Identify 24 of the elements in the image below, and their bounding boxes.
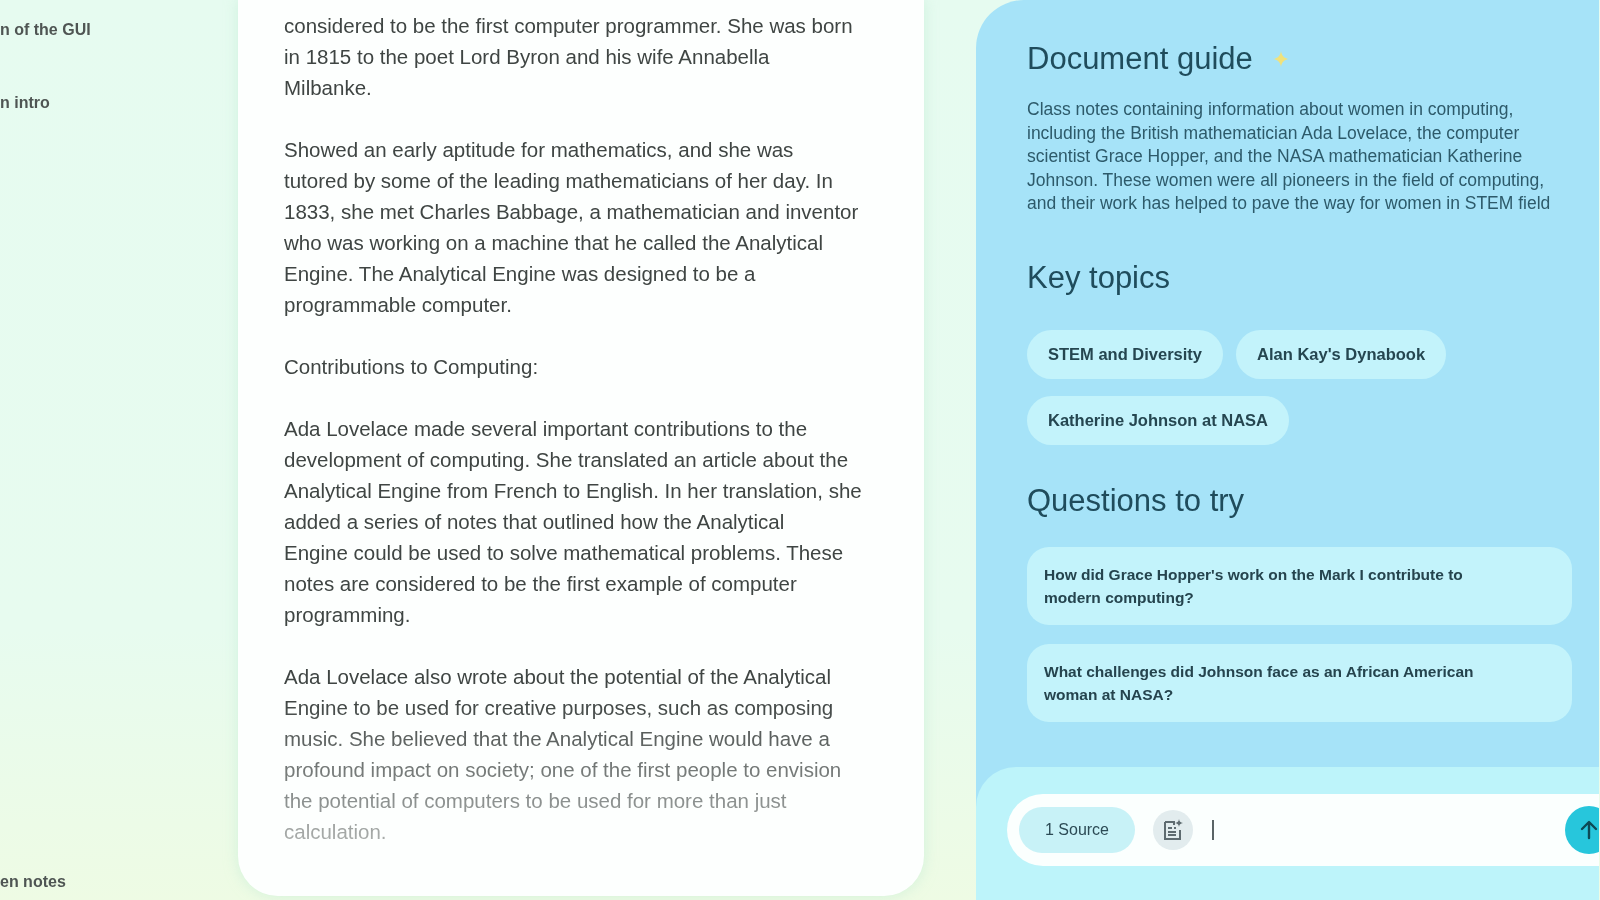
send-button[interactable] xyxy=(1565,806,1599,854)
document-paragraph: considered to be the first computer programmer. She was born in 1815 to the poet Lord Byron and his wife Annabella Milbanke. xyxy=(284,13,853,101)
topic-chip[interactable]: Alan Kay's Dynabook xyxy=(1236,329,1447,379)
section-heading: Questions to try xyxy=(1027,482,1245,519)
summary-text: Class notes containing information about women in computing, including the British mathematician Ada Lovelace, the computer scientist Grace Hopper, and the NASA mathematician Katherine Johnson. These women were all pioneers in the field of computing, and their work has helped to pave the way for women in STEM field xyxy=(1027,98,1551,215)
document-paragraph: Showed an early aptitude for mathematics, and she was tutored by some of the leading mathematicians of her day. In 1833, she met Charles Babbage, a mathematician and inventor who was working on a machine that he called the Analytical Engine. The Analytical Engine was designed to be a programmable computer. xyxy=(284,137,859,318)
section-heading: Key topics xyxy=(1027,259,1170,296)
topic-chip[interactable]: Katherine Johnson at NASA xyxy=(1027,395,1290,445)
document-paragraph: Contributions to Computing: xyxy=(284,354,539,380)
text-cursor-icon xyxy=(1212,820,1214,840)
document-paragraph: Ada Lovelace made several important contributions to the development of computing. She translated an article about the Analytical Engine from French to English. In her translation, she added a series of notes that outlined how the Analytical Engine could be used to solve mathematical problems. These notes are considered to be the first example of computer programming. xyxy=(284,416,862,628)
sparkle-icon xyxy=(1272,51,1289,67)
source-button[interactable]: 1 Source xyxy=(1019,807,1135,853)
arrow-up-icon xyxy=(1578,819,1599,841)
topic-chip[interactable]: STEM and Diversity xyxy=(1027,329,1224,379)
question-button[interactable]: How did Grace Hopper's work on the Mark I contribute to modern computing? xyxy=(1027,546,1572,625)
document-paragraph: Ada Lovelace also wrote about the potential of the Analytical Engine to be used for creative purposes, such as composing music. She believed that the Analytical Engine would have a profound impact on society; one of the first people to envision the potential of computers to be used for more than just calculation. xyxy=(284,664,842,845)
question-button[interactable]: What challenges did Johnson face as an African American woman at NASA? xyxy=(1027,643,1572,722)
sidebar-item[interactable]: en notes xyxy=(0,873,66,891)
section-heading: Document guide xyxy=(1027,41,1253,77)
notes-button[interactable] xyxy=(1153,810,1193,850)
sidebar-item[interactable]: n intro xyxy=(0,94,50,112)
sidebar-item[interactable]: n of the GUI xyxy=(0,21,91,39)
document-icon xyxy=(1162,819,1184,841)
